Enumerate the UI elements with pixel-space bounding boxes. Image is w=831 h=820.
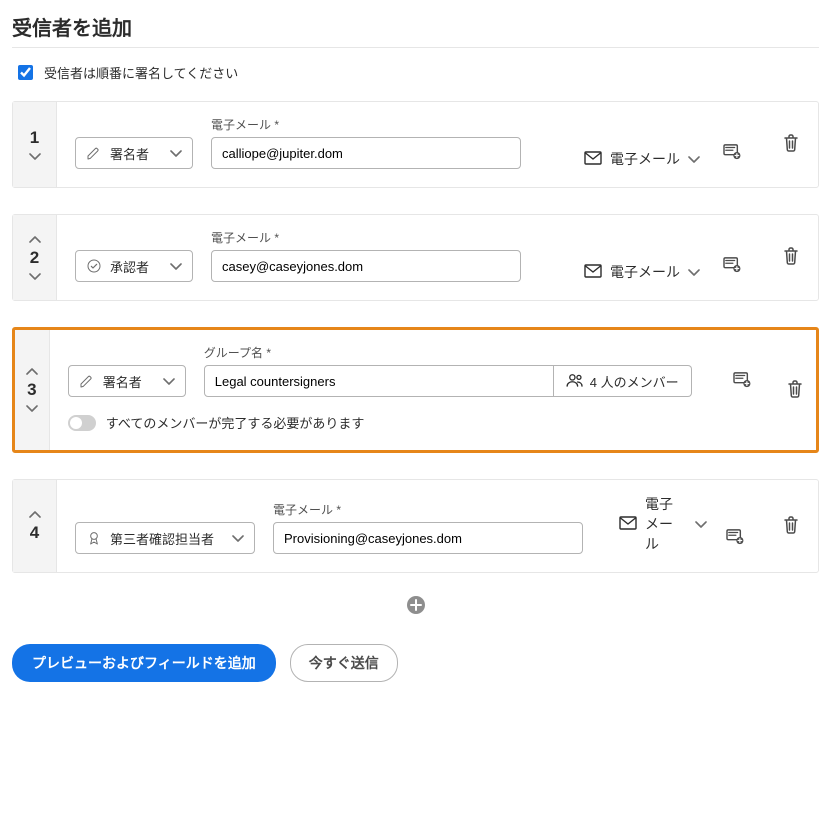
delete-recipient-button[interactable]: [783, 134, 799, 155]
order-column: 3: [15, 330, 50, 450]
order-number: 4: [30, 523, 39, 543]
role-label: 承認者: [110, 257, 149, 276]
recipient-row: 4 第三者確認担当者 電子メール * 電子メール: [12, 479, 819, 573]
move-down-button[interactable]: [27, 150, 43, 162]
message-plus-icon: [726, 529, 744, 548]
move-down-button[interactable]: [27, 270, 43, 282]
members-count-label: 4 人のメンバー: [590, 372, 679, 391]
role-label: 署名者: [110, 144, 149, 163]
delivery-method-select[interactable]: 電子メール: [584, 262, 700, 282]
sign-in-order-label: 受信者は順番に署名してください: [44, 63, 238, 82]
add-recipient-button[interactable]: [406, 595, 426, 618]
email-label: 電子メール *: [211, 116, 521, 133]
recipient-body: 署名者 グループ名 * 4 人のメンバーすべてのメンバーが完了する必要があります: [50, 330, 774, 450]
message-plus-icon: [733, 372, 751, 391]
role-select[interactable]: 署名者: [75, 137, 193, 169]
chevron-down-icon: [170, 262, 182, 270]
trash-icon: [787, 386, 803, 401]
delete-recipient-button[interactable]: [783, 247, 799, 268]
role-select[interactable]: 署名者: [68, 365, 186, 397]
email-input[interactable]: [211, 137, 521, 169]
email-input[interactable]: [273, 522, 583, 554]
move-down-button[interactable]: [24, 402, 40, 414]
delete-recipient-button[interactable]: [787, 380, 803, 401]
recipient-row: 2 承認者 電子メール * 電子メール: [12, 214, 819, 301]
page-title: 受信者を追加: [12, 12, 819, 48]
pen-icon: [79, 373, 95, 389]
delivery-method-label: 電子メール: [610, 262, 680, 282]
ribbon-icon: [86, 530, 102, 546]
chevron-down-icon: [232, 534, 244, 542]
pen-icon: [86, 145, 102, 161]
order-column: 1: [13, 102, 57, 187]
delivery-method-label: 電子メール: [610, 149, 680, 169]
group-name-input[interactable]: [204, 365, 554, 397]
envelope-icon: [584, 264, 602, 281]
envelope-icon: [584, 151, 602, 168]
all-members-complete-label: すべてのメンバーが完了する必要があります: [106, 413, 365, 432]
message-plus-icon: [723, 257, 741, 276]
trash-icon: [783, 140, 799, 155]
delete-recipient-button[interactable]: [783, 516, 799, 537]
message-plus-icon: [723, 144, 741, 163]
order-number: 2: [30, 248, 39, 268]
role-select[interactable]: 承認者: [75, 250, 193, 282]
private-message-button[interactable]: [728, 365, 756, 397]
sign-in-order-checkbox[interactable]: [18, 65, 33, 80]
order-number: 3: [27, 380, 36, 400]
preview-and-add-fields-button[interactable]: プレビューおよびフィールドを追加: [12, 644, 276, 682]
recipient-row: 3 署名者 グループ名 * 4 人のメンバーすべてのメンバーが完了する必要があります: [12, 327, 819, 453]
move-up-button[interactable]: [27, 234, 43, 246]
group-name-label: グループ名 *: [204, 344, 692, 361]
private-message-button[interactable]: [718, 137, 746, 169]
recipient-body: 第三者確認担当者 電子メール * 電子メール: [57, 480, 764, 572]
people-icon: [566, 373, 584, 390]
recipient-body: 署名者 電子メール * 電子メール: [57, 102, 764, 187]
role-label: 署名者: [103, 372, 142, 391]
delivery-method-select[interactable]: 電子メール: [584, 149, 700, 169]
role-select[interactable]: 第三者確認担当者: [75, 522, 255, 554]
recipient-body: 承認者 電子メール * 電子メール: [57, 215, 764, 300]
chevron-down-icon: [695, 520, 707, 528]
plus-circle-icon: [406, 595, 426, 615]
recipient-row: 1 署名者 電子メール * 電子メール: [12, 101, 819, 188]
role-label: 第三者確認担当者: [110, 529, 214, 548]
trash-icon: [783, 522, 799, 537]
move-up-button[interactable]: [24, 366, 40, 378]
chevron-down-icon: [688, 155, 700, 163]
members-button[interactable]: 4 人のメンバー: [554, 365, 692, 397]
delivery-method-label: 電子メール: [645, 494, 687, 554]
sign-in-order-row[interactable]: 受信者は順番に署名してください: [14, 62, 819, 83]
envelope-icon: [619, 516, 637, 533]
order-column: 4: [13, 480, 57, 572]
email-input[interactable]: [211, 250, 521, 282]
chevron-down-icon: [688, 268, 700, 276]
order-number: 1: [30, 128, 39, 148]
all-members-complete-toggle[interactable]: [68, 415, 96, 431]
chevron-down-icon: [163, 377, 175, 385]
delivery-method-select[interactable]: 電子メール: [619, 494, 707, 554]
trash-icon: [783, 253, 799, 268]
email-label: 電子メール *: [273, 501, 583, 518]
private-message-button[interactable]: [725, 522, 746, 554]
order-column: 2: [13, 215, 57, 300]
private-message-button[interactable]: [718, 250, 746, 282]
chevron-down-icon: [170, 149, 182, 157]
email-label: 電子メール *: [211, 229, 521, 246]
move-up-button[interactable]: [27, 509, 43, 521]
check-circle-icon: [86, 258, 102, 274]
send-now-button[interactable]: 今すぐ送信: [290, 644, 398, 682]
